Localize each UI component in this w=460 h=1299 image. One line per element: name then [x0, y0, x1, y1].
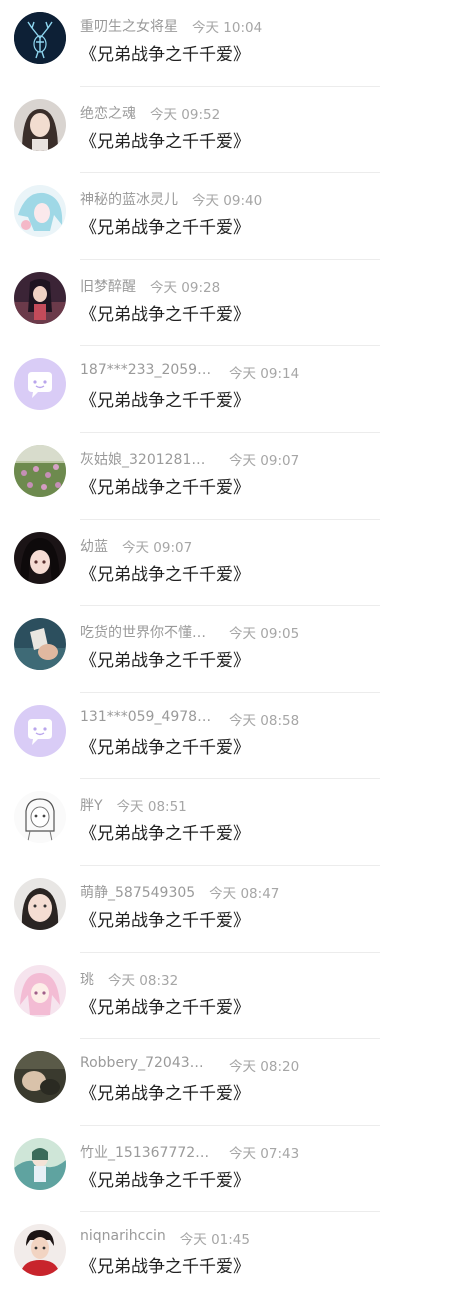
comment-author[interactable]: 胖Y [80, 795, 103, 815]
comment-time: 今天 08:32 [108, 972, 179, 989]
comment-text: 《兄弟战争之千千爱》 [80, 824, 250, 845]
comment-time: 今天 09:28 [150, 279, 221, 296]
avatar-anime-green[interactable] [14, 1137, 66, 1190]
comment-text: 《兄弟战争之千千爱》 [80, 910, 250, 931]
comment-text: 《兄弟战争之千千爱》 [80, 1084, 250, 1105]
comment-time: 今天 01:45 [179, 1232, 250, 1249]
comment-author[interactable]: 萌静_587549305 [80, 882, 195, 902]
comment-text: 《兄弟战争之千千爱》 [80, 391, 250, 412]
comment-author[interactable]: 吃货的世界你不懂… [80, 622, 215, 642]
comment-text: 《兄弟战争之千千爱》 [80, 218, 250, 239]
comment-author[interactable]: 绝恋之魂 [80, 103, 136, 123]
comment-item[interactable]: 灰姑娘_3201281… 今天 09:07 《兄弟战争之千千爱》 [0, 433, 460, 520]
comment-text: 《兄弟战争之千千爱》 [80, 477, 250, 498]
avatar-deer-icon[interactable] [14, 12, 66, 64]
default-chat-icon[interactable] [14, 358, 66, 411]
avatar-sketch-girl[interactable] [14, 791, 66, 844]
comment-text: 《兄弟战争之千千爱》 [80, 1257, 250, 1278]
comment-author[interactable]: 旧梦醉醒 [80, 276, 136, 296]
avatar-girl-face[interactable] [14, 877, 66, 930]
comment-text: 《兄弟战争之千千爱》 [80, 304, 250, 325]
comment-item[interactable]: 神秘的蓝冰灵儿 今天 09:40 《兄弟战争之千千爱》 [0, 173, 460, 260]
comment-author[interactable]: 重叨生之女将星 [80, 16, 178, 36]
comment-item[interactable]: 胖Y 今天 08:51 《兄弟战争之千千爱》 [0, 779, 460, 866]
comment-author[interactable]: niqnarihccin [80, 1228, 166, 1244]
comment-author[interactable]: 幼蓝 [80, 536, 108, 556]
comment-text: 《兄弟战争之千千爱》 [80, 564, 250, 585]
comment-time: 今天 07:43 [229, 1145, 300, 1162]
comment-item[interactable]: 重叨生之女将星 今天 10:04 《兄弟战争之千千爱》 [0, 0, 460, 87]
comment-item[interactable]: 187***233_2059… 今天 09:14 《兄弟战争之千千爱》 [0, 346, 460, 433]
avatar-hand-cup[interactable] [14, 618, 66, 671]
comment-time: 今天 09:14 [229, 366, 300, 383]
comment-item[interactable]: 竹业_151367772… 今天 07:43 《兄弟战争之千千爱》 [0, 1126, 460, 1213]
comment-time: 今天 09:07 [229, 452, 300, 469]
comment-item[interactable]: Robbery_72043… 今天 08:20 《兄弟战争之千千爱》 [0, 1039, 460, 1126]
comment-time: 今天 08:51 [116, 799, 187, 816]
comment-item[interactable]: 珧今天 08:32 《兄弟战争之千千爱》 [0, 953, 460, 1040]
avatar-flower-field[interactable] [14, 444, 66, 497]
comment-text: 《兄弟战争之千千爱》 [80, 737, 250, 758]
avatar-girl-photo[interactable] [14, 98, 66, 151]
comment-author[interactable]: Robbery_72043… [80, 1055, 215, 1071]
comment-item[interactable]: 旧梦醉醒 今天 09:28 《兄弟战争之千千爱》 [0, 260, 460, 347]
comment-author[interactable]: 灰姑娘_3201281… [80, 449, 215, 469]
comment-author[interactable]: 竹业_151367772… [80, 1142, 215, 1162]
comment-time: 今天 08:58 [229, 712, 300, 729]
comment-text: 《兄弟战争之千千爱》 [80, 131, 250, 152]
comment-text: 《兄弟战争之千千爱》 [80, 651, 250, 672]
avatar-anime-pink[interactable] [14, 964, 66, 1017]
comment-author[interactable]: 131***059_4978… [80, 709, 215, 725]
comment-time: 今天 09:05 [229, 626, 300, 643]
avatar-anime-blue[interactable] [14, 185, 66, 238]
comment-time: 今天 09:40 [192, 193, 263, 210]
comment-item[interactable]: 131***059_4978… 今天 08:58 《兄弟战争之千千爱》 [0, 693, 460, 780]
comment-time: 今天 09:52 [150, 106, 221, 123]
comment-time: 今天 08:20 [229, 1059, 300, 1076]
comment-item[interactable]: 幼蓝 今天 09:07 《兄弟战争之千千爱》 [0, 520, 460, 607]
comment-item[interactable]: niqnarihccin 今天 01:45 《兄弟战争之千千爱》 [0, 1212, 460, 1299]
comment-text: 《兄弟战争之千千爱》 [80, 997, 250, 1018]
avatar-anime-dark[interactable] [14, 271, 66, 324]
comment-text: 《兄弟战争之千千爱》 [80, 45, 250, 65]
comment-time: 今天 08:47 [209, 885, 280, 902]
default-chat-icon[interactable] [14, 704, 66, 757]
comment-item[interactable]: 吃货的世界你不懂… 今天 09:05 《兄弟战争之千千爱》 [0, 606, 460, 693]
avatar-anime-hair[interactable] [14, 531, 66, 584]
comment-item[interactable]: 绝恋之魂 今天 09:52 《兄弟战争之千千爱》 [0, 87, 460, 174]
comment-author[interactable]: 珧 [80, 969, 94, 989]
comment-author[interactable]: 神秘的蓝冰灵儿 [80, 189, 178, 209]
comment-time: 今天 09:07 [122, 539, 193, 556]
avatar-boy-red[interactable] [14, 1224, 66, 1277]
comment-list: 重叨生之女将星 今天 10:04 《兄弟战争之千千爱》 绝恋之魂 今天 09:52 … [0, 0, 460, 1299]
comment-time: 今天 10:04 [192, 20, 263, 36]
comment-item[interactable]: 萌静_587549305 今天 08:47 《兄弟战争之千千爱》 [0, 866, 460, 953]
comment-author[interactable]: 187***233_2059… [80, 362, 215, 378]
avatar-dark-photo[interactable] [14, 1051, 66, 1104]
comment-text: 《兄弟战争之千千爱》 [80, 1170, 250, 1191]
